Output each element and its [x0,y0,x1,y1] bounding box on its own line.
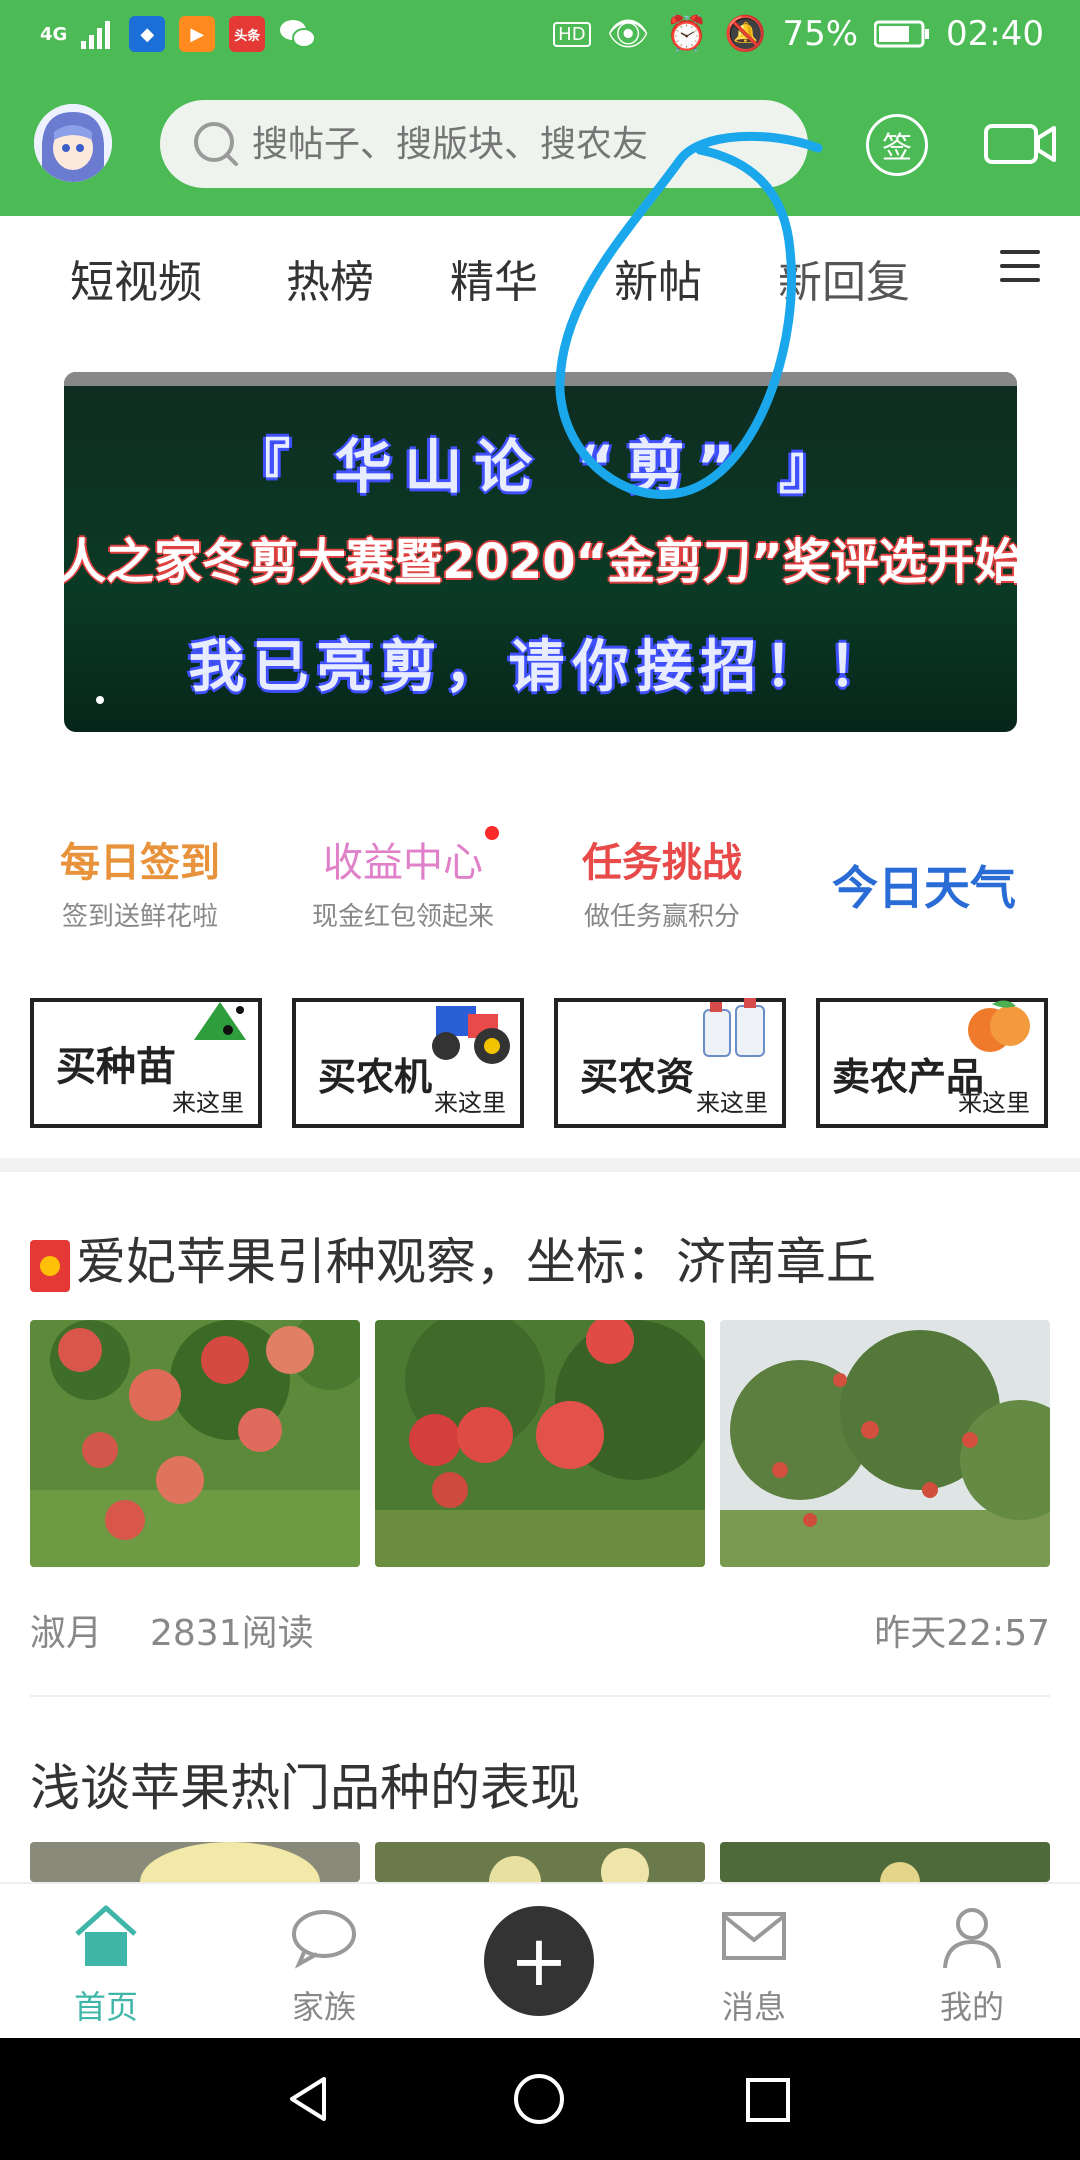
post-1-time: 昨天22:57 [874,1613,1050,1654]
post-1-image-2[interactable] [375,1320,705,1567]
card-title: 买农机 [318,1055,433,1099]
buy-machinery-card[interactable]: 买农机 来这里 [292,998,524,1128]
post-2-image-3[interactable] [720,1842,1050,1882]
seedling-icon [194,1002,246,1040]
banner-line-3: 我已亮剪，请你接招！！ [188,635,893,700]
section-separator [0,1158,1080,1172]
battery-percent: 75% [782,14,859,54]
post-1-author: 淑月 [30,1613,103,1654]
clock: 02:40 [946,14,1044,54]
peach-icon [968,1000,1030,1052]
wechat-icon [280,20,317,48]
daily-sign-in-title: 每日签到 [60,840,220,886]
recents-icon[interactable] [744,2076,792,2124]
nav-family[interactable]: 家族 [224,1884,424,2028]
card-title: 买农资 [580,1055,695,1099]
annotation-circle [555,131,823,499]
daily-sign-in[interactable]: 每日签到 签到送鲜花啦 [60,830,220,933]
chat-bubble-icon [292,1910,356,1969]
nav-messages-label: 消息 [721,1988,786,2026]
status-bar: 4G ◆ ▶ 头条 HD 👁 ⏰ 🔕 75% 02:40 [0,0,1080,72]
task-challenge-subtitle: 做任务赢积分 [583,902,740,932]
status-left: 4G ◆ ▶ 头条 [40,16,317,52]
tab-hot-list[interactable]: 热榜 [286,246,374,310]
nav-home[interactable]: 首页 [6,1884,206,2028]
banner-indicator-dot [96,696,104,704]
tab-short-video[interactable]: 短视频 [70,246,202,310]
hot-flag-icon [30,1239,70,1292]
daily-sign-in-subtitle: 签到送鲜花啦 [61,902,218,932]
card-sub: 来这里 [958,1089,1030,1117]
post-title: 浅谈苹果热门品种的表现 [30,1759,580,1817]
sign-in-label: 签 [882,131,912,166]
card-sub: 来这里 [434,1089,506,1117]
post-2-image-1[interactable] [30,1842,360,1882]
today-weather-title: 今日天气 [832,861,1016,915]
earnings-center-title: 收益中心 [323,840,483,886]
tab-featured[interactable]: 精华 [450,246,538,310]
nav-home-label: 首页 [73,1988,138,2026]
eye-icon: 👁 [606,14,650,54]
buy-supplies-card[interactable]: 买农资 来这里 [554,998,786,1128]
post-2-image-2[interactable] [375,1842,705,1882]
avatar[interactable] [34,104,112,182]
banner-line-2: 人之家冬剪大赛暨2020“金剪刀”奖评选开始啦 [64,534,1017,590]
battery-icon [874,20,930,48]
alarm-icon: ⏰ [665,14,709,54]
task-challenge-title: 任务挑战 [582,840,742,886]
today-weather[interactable]: 今日天气 [832,852,1016,918]
post-1[interactable]: 爱妃苹果引种观察，坐标：济南章丘 [30,1222,876,1294]
home-button-icon[interactable] [512,2072,566,2126]
video-app-icon: ▶ [179,16,216,52]
post-divider [30,1695,1050,1697]
system-navigation-bar [0,2038,1080,2160]
card-sub: 来这里 [172,1089,244,1117]
person-icon [943,1908,1001,1969]
earnings-center-subtitle: 现金红包领起来 [312,902,495,932]
buy-seedlings-card[interactable]: 买种苗 来这里 [30,998,262,1128]
search-icon [194,122,238,166]
home-icon [75,1905,137,1966]
mute-icon: 🔕 [724,14,767,54]
shield-app-icon: ◆ [129,16,166,52]
status-right: HD 👁 ⏰ 🔕 75% 02:40 [553,14,1044,54]
create-post-button[interactable]: + [484,1906,594,2016]
post-title: 爱妃苹果引种观察，坐标：济南章丘 [76,1233,876,1291]
sign-in-button[interactable]: 签 [866,114,928,176]
mail-icon [722,1912,786,1960]
video-camera-icon[interactable] [984,120,1056,168]
nav-family-label: 家族 [291,1988,356,2026]
back-icon[interactable] [284,2074,334,2124]
notification-dot [485,826,499,840]
nav-messages[interactable]: 消息 [654,1884,854,2028]
network-indicator: 4G [40,23,68,45]
tractor-icon [432,1006,510,1064]
toutiao-app-icon: 头条 [229,16,266,52]
post-1-reads: 2831阅读 [150,1613,314,1654]
card-sub: 来这里 [696,1089,768,1117]
earnings-center[interactable]: 收益中心 现金红包领起来 [312,826,499,933]
fertilizer-bottles-icon [703,998,765,1057]
plus-icon: + [509,1920,569,2002]
sell-produce-card[interactable]: 卖农产品 来这里 [816,998,1048,1128]
post-1-image-3[interactable] [720,1320,1050,1567]
post-1-image-1[interactable] [30,1320,360,1567]
signal-icon [81,21,111,49]
nav-profile-label: 我的 [939,1988,1004,2026]
menu-icon[interactable] [1000,250,1040,290]
post-2[interactable]: 浅谈苹果热门品种的表现 [30,1748,580,1820]
task-challenge[interactable]: 任务挑战 做任务赢积分 [582,830,742,933]
hd-badge: HD [553,21,591,47]
nav-profile[interactable]: 我的 [872,1884,1072,2028]
card-title: 买种苗 [56,1044,176,1090]
